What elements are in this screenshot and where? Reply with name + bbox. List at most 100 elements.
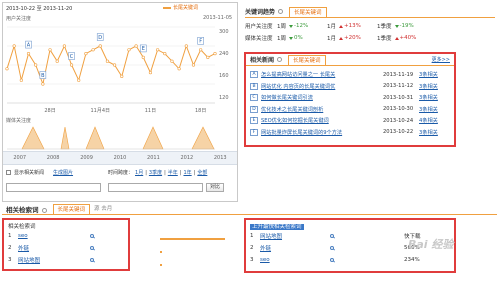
data-point[interactable] <box>206 55 210 60</box>
news-toggle[interactable]: 显示相关新闻 生成图片 <box>6 169 73 176</box>
span-option-3q[interactable]: 3季度 <box>149 169 162 176</box>
term-link[interactable]: seo <box>18 233 90 239</box>
term-link[interactable]: 网站地图 <box>18 256 90 264</box>
data-point[interactable] <box>77 78 81 82</box>
search-icon[interactable] <box>90 258 94 262</box>
term-link[interactable]: seo <box>260 257 330 263</box>
news-marker-label: F <box>199 39 202 45</box>
data-point[interactable] <box>127 48 131 52</box>
down-arrow-icon <box>289 24 293 28</box>
up-arrow-icon <box>339 24 343 28</box>
news-related-link[interactable]: 3条相关 <box>419 129 438 136</box>
search-icon[interactable] <box>330 234 334 238</box>
compare-input-1[interactable] <box>6 183 101 192</box>
news-title-link[interactable]: 网站优化 内容页的长尾关键词优 <box>261 83 379 90</box>
search-icon[interactable] <box>90 246 94 250</box>
related-bar-3 <box>160 264 162 266</box>
data-point[interactable] <box>55 59 59 63</box>
search-icon[interactable] <box>330 258 334 262</box>
data-point[interactable] <box>41 82 45 86</box>
media-peak <box>85 126 105 150</box>
data-point[interactable] <box>191 63 196 67</box>
news-marker-label: E <box>142 46 145 52</box>
news-date: 2013-10-22 <box>383 129 414 136</box>
data-point[interactable] <box>148 70 153 75</box>
data-point[interactable] <box>184 44 188 48</box>
data-point[interactable] <box>84 51 88 56</box>
related-tab[interactable]: 长尾关键词 <box>52 204 91 214</box>
news-title-link[interactable]: 如何做长尾关键词引流 <box>261 94 379 101</box>
data-point[interactable] <box>163 51 167 56</box>
trend-value: -12% <box>294 23 309 29</box>
trend-tab[interactable]: 长尾关键词 <box>289 6 327 17</box>
span-option-1y[interactable]: 1年 <box>183 169 191 176</box>
help-icon[interactable] <box>41 208 47 213</box>
data-point[interactable] <box>170 59 174 63</box>
data-point[interactable] <box>112 63 117 67</box>
data-point[interactable] <box>26 51 31 56</box>
news-related-link[interactable]: 3条相关 <box>419 71 438 78</box>
trend-period: 1周 <box>277 36 286 42</box>
data-point[interactable] <box>156 48 160 52</box>
news-marker-label: A <box>27 42 31 48</box>
data-point[interactable] <box>12 44 16 48</box>
span-option-half[interactable]: 半年 <box>168 169 178 176</box>
term-rank: 1 <box>8 233 12 239</box>
data-point[interactable] <box>177 67 181 71</box>
news-item: D 优化技术之长尾关键词剖析 2013-10-30 3条相关 <box>250 104 450 116</box>
help-icon[interactable] <box>277 57 283 62</box>
term-rank: 3 <box>250 257 254 263</box>
data-point[interactable] <box>62 44 66 48</box>
generate-image-link[interactable]: 生成图片 <box>53 169 73 176</box>
compare-button[interactable]: 对比 <box>206 183 225 192</box>
data-point[interactable] <box>213 51 217 56</box>
news-title-link[interactable]: 网站批量炸屏长尾关键词的9个方法 <box>261 129 379 136</box>
news-title-link[interactable]: 怎么提高网站访问量之一 长尾关 <box>261 71 379 78</box>
media-peak <box>60 126 70 150</box>
data-point[interactable] <box>69 63 74 67</box>
term-link[interactable]: 外链 <box>260 244 330 252</box>
data-point[interactable] <box>19 78 23 82</box>
data-point[interactable] <box>105 59 110 63</box>
data-point[interactable] <box>98 44 102 48</box>
news-title-link[interactable]: 优化技术之长尾关键词剖析 <box>261 106 379 113</box>
news-related-link[interactable]: 3条相关 <box>419 106 438 113</box>
trend-value: -19% <box>399 23 414 29</box>
news-marker-badge: B <box>250 82 258 90</box>
y-tick-label: 160 <box>219 73 229 79</box>
search-icon[interactable] <box>90 234 94 238</box>
term-link[interactable]: 网站地图 <box>260 232 330 240</box>
news-marker-label: B <box>41 73 45 79</box>
data-point[interactable] <box>199 48 203 52</box>
trend-cell: 1季度 -19% <box>377 22 427 30</box>
compare-input-2[interactable] <box>108 183 203 192</box>
more-news-link[interactable]: 更多>> <box>432 56 450 63</box>
news-marker-label: D <box>98 35 102 41</box>
news-related-link[interactable]: 3条相关 <box>419 94 438 101</box>
data-point[interactable] <box>34 63 38 67</box>
related-tab-2[interactable]: 源 去月 <box>90 204 116 214</box>
search-icon[interactable] <box>330 246 334 250</box>
help-icon[interactable] <box>278 9 284 14</box>
news-related-link[interactable]: 4条相关 <box>419 117 438 124</box>
data-point[interactable] <box>120 74 124 79</box>
related-bar-2 <box>160 251 162 253</box>
news-marker-badge: A <box>250 71 258 79</box>
news-tab[interactable]: 长尾关键词 <box>288 54 326 65</box>
span-option-all[interactable]: 全部 <box>197 169 207 176</box>
span-option-1m[interactable]: 1月 <box>135 169 143 176</box>
data-point[interactable] <box>134 44 138 48</box>
timeline-bar[interactable]: 2007 2008 2009 2010 2011 2012 2013 <box>3 151 237 165</box>
news-title-link[interactable]: SEO优化如何挖掘长尾关键词 <box>261 117 379 124</box>
keyword-trend-panel: 关键词趋势 长尾关键词 用户关注度 1周 -12% 1月 +13% 1季度 -19% 媒体关注… <box>245 6 495 48</box>
data-point[interactable] <box>48 48 52 52</box>
data-point[interactable] <box>91 48 95 52</box>
news-date: 2013-11-19 <box>383 71 414 78</box>
x-tick-label: 28日 <box>44 108 55 114</box>
show-news-checkbox[interactable] <box>6 170 11 175</box>
data-point[interactable] <box>141 55 145 60</box>
term-link[interactable]: 外链 <box>18 244 90 252</box>
data-point[interactable] <box>5 67 9 71</box>
related-news-panel: 相关新闻 长尾关键词 更多>> A 怎么提高网站访问量之一 长尾关 2013-11-… <box>244 52 456 147</box>
news-related-link[interactable]: 3条相关 <box>419 83 438 90</box>
